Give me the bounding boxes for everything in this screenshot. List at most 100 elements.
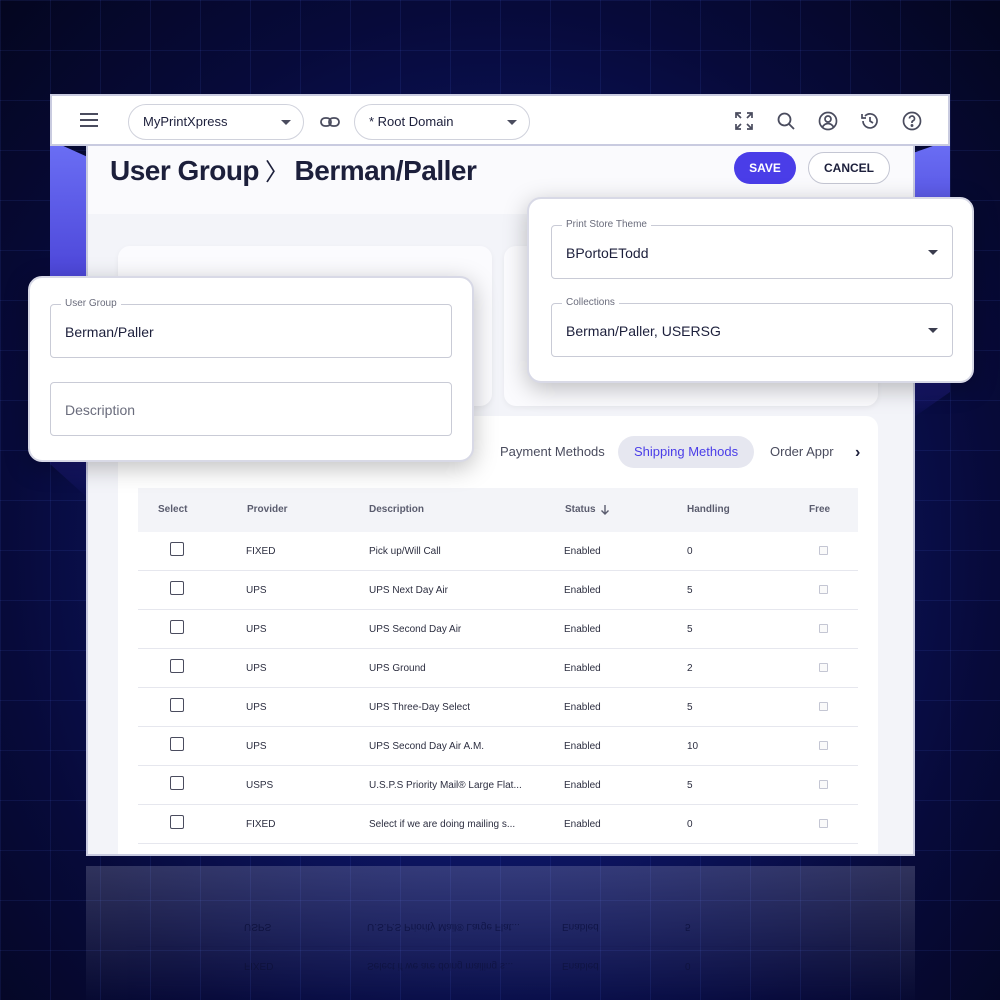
row-select-checkbox[interactable] <box>170 815 184 829</box>
provider-cell: UPS <box>246 624 267 635</box>
column-header-handling[interactable]: Handling <box>687 488 730 532</box>
menu-icon[interactable] <box>80 113 98 127</box>
status-cell: Enabled <box>564 624 601 635</box>
user-group-card: User Group Berman/Paller Description <box>28 276 474 462</box>
table-body: FIXED Pick up/Will Call Enabled 0 UPS UPS Nex… <box>138 532 858 844</box>
handling-cell: 5 <box>687 702 693 713</box>
column-header-provider[interactable]: Provider <box>247 488 288 532</box>
provider-cell: UPS <box>246 663 267 674</box>
table-row[interactable]: FIXED Select if we are doing mailing s...… <box>138 805 858 844</box>
handling-cell: 2 <box>687 663 693 674</box>
user-icon[interactable] <box>818 111 838 136</box>
domain-select[interactable]: * Root Domain <box>354 104 530 140</box>
user-group-field[interactable]: User Group Berman/Paller <box>50 298 452 358</box>
theme-collections-card: Print Store Theme BPortoETodd Collection… <box>527 197 974 383</box>
row-select-checkbox[interactable] <box>170 659 184 673</box>
free-checkbox[interactable] <box>819 663 828 672</box>
handling-cell: 5 <box>687 624 693 635</box>
description-cell: Select if we are doing mailing s... <box>369 819 516 830</box>
description-cell: Pick up/Will Call <box>369 546 441 557</box>
column-header-status[interactable]: Status <box>565 488 596 532</box>
row-select-checkbox[interactable] <box>170 620 184 634</box>
row-select-checkbox[interactable] <box>170 542 184 556</box>
breadcrumb-section: User Group <box>110 155 260 186</box>
free-checkbox[interactable] <box>819 585 828 594</box>
description-cell: UPS Second Day Air <box>369 624 462 635</box>
provider-cell: UPS <box>246 585 267 596</box>
help-icon[interactable] <box>902 111 922 136</box>
page-title: User Group 〉 Berman/Paller <box>110 152 477 187</box>
column-header-select: Select <box>158 504 188 515</box>
site-select[interactable]: MyPrintXpress <box>128 104 304 140</box>
row-select-checkbox[interactable] <box>170 698 184 712</box>
reflection-rows: FIXED Select if we are doing mailing s...… <box>136 908 856 986</box>
description-field[interactable]: Description <box>50 382 452 436</box>
status-cell: Enabled <box>564 663 601 674</box>
reflection-description: U.S.P.S Priority Mail® Large Flat... <box>367 921 520 932</box>
table-row[interactable]: UPS UPS Next Day Air Enabled 5 <box>138 571 858 610</box>
print-store-theme-select[interactable]: Print Store Theme BPortoETodd <box>551 219 953 279</box>
free-checkbox[interactable] <box>819 624 828 633</box>
free-checkbox[interactable] <box>819 780 828 789</box>
table-row[interactable]: USPS U.S.P.S Priority Mail® Large Flat...… <box>138 766 858 805</box>
column-header-free[interactable]: Free <box>809 488 830 532</box>
tab-shipping-methods[interactable]: Shipping Methods <box>618 436 755 468</box>
description-cell: UPS Next Day Air <box>369 585 448 596</box>
provider-cell: FIXED <box>246 819 276 830</box>
table-row[interactable]: UPS UPS Ground Enabled 2 <box>138 649 858 688</box>
row-select-checkbox[interactable] <box>170 776 184 790</box>
breadcrumb-current: Berman/Paller <box>294 155 477 186</box>
cancel-button[interactable]: CANCEL <box>808 152 890 184</box>
description-cell: UPS Three-Day Select <box>369 702 470 713</box>
history-icon[interactable] <box>860 111 880 136</box>
domain-select-value: * Root Domain <box>369 114 454 129</box>
table-row[interactable]: UPS UPS Second Day Air Enabled 5 <box>138 610 858 649</box>
handling-cell: 5 <box>687 780 693 791</box>
table-header: Select Provider Description Status Handl… <box>138 488 858 532</box>
provider-cell: FIXED <box>246 546 276 557</box>
reflection-status: Enabled <box>562 960 599 971</box>
caret-down-icon <box>928 250 938 255</box>
reflection-handling: 5 <box>685 921 691 932</box>
status-cell: Enabled <box>564 819 601 830</box>
collections-value: Berman/Paller, USERSG <box>566 323 721 339</box>
reflection-provider: USPS <box>244 921 272 932</box>
caret-down-icon <box>281 120 291 125</box>
print-store-theme-value: BPortoETodd <box>566 245 649 261</box>
provider-cell: UPS <box>246 741 267 752</box>
table-row[interactable]: FIXED Pick up/Will Call Enabled 0 <box>138 532 858 571</box>
site-select-value: MyPrintXpress <box>143 114 228 129</box>
row-select-checkbox[interactable] <box>170 581 184 595</box>
tab-payment-methods[interactable]: Payment Methods <box>484 436 621 468</box>
link-icon[interactable] <box>320 113 340 136</box>
search-icon[interactable] <box>776 111 796 136</box>
free-checkbox[interactable] <box>819 819 828 828</box>
tab-order-approval[interactable]: Order Appr <box>754 436 846 468</box>
free-checkbox[interactable] <box>819 741 828 750</box>
description-cell: UPS Second Day Air A.M. <box>369 741 485 752</box>
user-group-value: Berman/Paller <box>65 324 154 340</box>
description-cell: U.S.P.S Priority Mail® Large Flat... <box>369 780 522 791</box>
column-header-description[interactable]: Description <box>369 488 424 532</box>
row-select-checkbox[interactable] <box>170 737 184 751</box>
caret-down-icon <box>928 328 938 333</box>
free-checkbox[interactable] <box>819 546 828 555</box>
collections-select[interactable]: Collections Berman/Paller, USERSG <box>551 297 953 357</box>
save-button[interactable]: SAVE <box>734 152 796 184</box>
status-cell: Enabled <box>564 780 601 791</box>
status-cell: Enabled <box>564 702 601 713</box>
chevron-right-icon[interactable]: › <box>855 444 860 462</box>
reflection-description: Select if we are doing mailing s... <box>367 960 514 971</box>
status-cell: Enabled <box>564 585 601 596</box>
free-checkbox[interactable] <box>819 702 828 711</box>
reflection-row: FIXED Select if we are doing mailing s...… <box>136 947 856 986</box>
provider-cell: USPS <box>246 780 274 791</box>
fullscreen-icon[interactable] <box>734 111 754 136</box>
handling-cell: 0 <box>687 819 693 830</box>
table-row[interactable]: UPS UPS Second Day Air A.M. Enabled 10 <box>138 727 858 766</box>
table-row[interactable]: UPS UPS Three-Day Select Enabled 5 <box>138 688 858 727</box>
reflection-status: Enabled <box>562 921 599 932</box>
description-placeholder: Description <box>65 402 136 418</box>
status-cell: Enabled <box>564 546 601 557</box>
arrow-down-icon[interactable] <box>599 488 611 532</box>
